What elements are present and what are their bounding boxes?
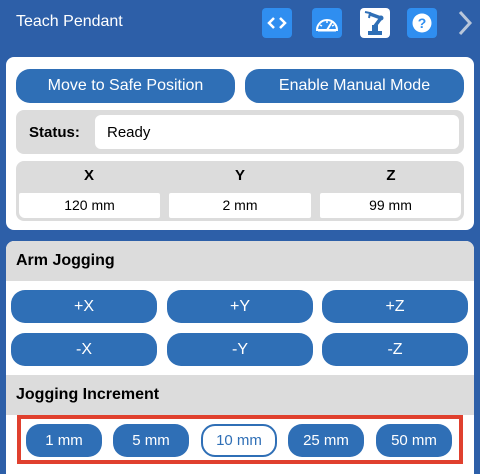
enable-manual-mode-button[interactable]: Enable Manual Mode xyxy=(245,69,464,103)
coord-header-y: Y xyxy=(234,167,245,184)
coord-column-z: Z 99 mm xyxy=(318,161,464,221)
increment-25mm-button[interactable]: 25 mm xyxy=(288,424,364,457)
robot-arm-icon[interactable] xyxy=(360,8,390,38)
increment-50mm-button[interactable]: 50 mm xyxy=(376,424,452,457)
app-title: Teach Pendant xyxy=(16,13,123,30)
increment-10mm-button-selected[interactable]: 10 mm xyxy=(201,424,277,457)
help-icon[interactable]: ? xyxy=(407,8,437,38)
jogging-increment-heading: Jogging Increment xyxy=(6,375,474,415)
jog-minus-y-button[interactable]: -Y xyxy=(167,333,313,366)
status-value: Ready xyxy=(107,124,151,141)
status-row: Status: Ready xyxy=(16,110,464,154)
coord-value-y: 2 mm xyxy=(169,193,311,218)
coord-value-x: 120 mm xyxy=(19,193,160,218)
coord-value-z: 99 mm xyxy=(320,193,461,218)
increment-5mm-button[interactable]: 5 mm xyxy=(113,424,189,457)
chevron-right-icon[interactable] xyxy=(449,8,479,38)
jog-plus-y-button[interactable]: +Y xyxy=(167,290,313,323)
coord-column-y: Y 2 mm xyxy=(167,161,313,221)
coordinates-table: X 120 mm Y 2 mm Z 99 mm xyxy=(16,161,464,221)
jog-plus-x-button[interactable]: +X xyxy=(11,290,157,323)
increment-1mm-button[interactable]: 1 mm xyxy=(26,424,102,457)
jog-minus-z-button[interactable]: -Z xyxy=(322,333,468,366)
coord-header-z: Z xyxy=(386,167,396,184)
top-bar: Teach Pendant ? xyxy=(0,0,480,48)
status-value-box: Ready xyxy=(93,113,461,151)
coord-column-x: X 120 mm xyxy=(16,161,162,221)
code-icon[interactable] xyxy=(262,8,292,38)
status-label: Status: xyxy=(29,124,80,141)
control-card: Move to Safe Position Enable Manual Mode… xyxy=(6,57,474,230)
move-to-safe-position-button[interactable]: Move to Safe Position xyxy=(16,69,235,103)
jog-plus-z-button[interactable]: +Z xyxy=(322,290,468,323)
coord-header-x: X xyxy=(83,167,94,184)
jog-minus-x-button[interactable]: -X xyxy=(11,333,157,366)
gauge-icon[interactable] xyxy=(312,8,342,38)
svg-text:?: ? xyxy=(418,15,427,31)
jogging-card: Arm Jogging +X +Y +Z -X -Y -Z Jogging In… xyxy=(6,241,474,474)
arm-jogging-heading: Arm Jogging xyxy=(6,241,474,281)
